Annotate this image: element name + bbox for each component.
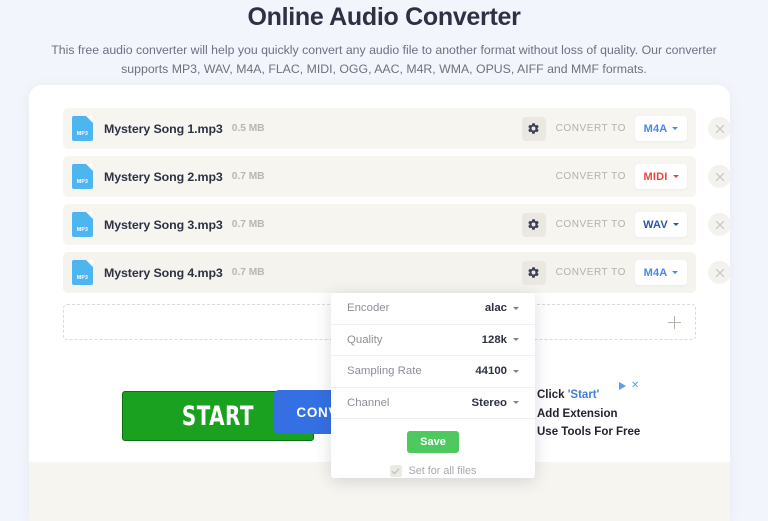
mp3-file-icon-label: MP3: [76, 275, 89, 281]
setting-control[interactable]: alac: [485, 302, 519, 314]
file-row[interactable]: MP3 Mystery Song 1.mp3 0.5 MB CONVERT TO M4A: [63, 108, 730, 149]
file-size: 0.5 MB: [231, 123, 265, 134]
setting-label: Quality: [347, 333, 383, 346]
mp3-file-icon: MP3: [72, 260, 93, 285]
setting-control[interactable]: 44100: [475, 365, 519, 377]
setting-row[interactable]: Quality 128k: [331, 325, 535, 356]
settings-gear-icon[interactable]: [521, 260, 546, 285]
plus-icon: [668, 315, 681, 329]
setting-label: Channel: [347, 396, 390, 409]
ad-text-block[interactable]: ✕ Click 'Start' Add Extension Use Tools …: [537, 381, 712, 442]
page-subtitle: This free audio converter will help you …: [51, 43, 717, 76]
setting-label: Encoder: [347, 302, 390, 315]
format-dropdown[interactable]: M4A: [635, 260, 687, 285]
ad-line-2: Add Extension: [537, 407, 618, 420]
chevron-down-icon: [672, 271, 679, 274]
format-dropdown-label: WAV: [643, 218, 668, 231]
save-button-wrap: Save: [331, 419, 535, 453]
setting-row[interactable]: Sampling Rate 44100: [331, 356, 535, 388]
ad-line-1-accent: 'Start': [567, 389, 600, 401]
format-dropdown[interactable]: MIDI: [635, 164, 687, 189]
mp3-file-icon: MP3: [72, 116, 93, 141]
setting-row[interactable]: Encoder alac: [331, 293, 535, 325]
ad-line-1-prefix: Click: [537, 389, 568, 401]
file-name: Mystery Song 2.mp3: [104, 169, 223, 184]
format-dropdown-label: M4A: [643, 266, 668, 279]
chevron-down-icon: [672, 175, 679, 178]
file-row-controls: CONVERT TO MIDI: [522, 164, 687, 189]
chevron-down-icon: [513, 369, 519, 373]
format-dropdown[interactable]: M4A: [635, 116, 687, 141]
file-row-controls: CONVERT TO WAV: [521, 212, 687, 237]
setting-value: 128k: [481, 333, 507, 346]
chevron-down-icon: [513, 338, 519, 342]
file-size: 0.7 MB: [231, 267, 265, 278]
set-for-all-files-checkbox[interactable]: [389, 465, 402, 477]
settings-gear-icon[interactable]: [521, 212, 546, 237]
remove-file-button[interactable]: [708, 261, 730, 284]
remove-file-button[interactable]: [708, 165, 730, 188]
setting-value: 44100: [475, 365, 507, 378]
remove-file-button[interactable]: [708, 213, 730, 236]
convert-to-label: CONVERT TO: [555, 267, 626, 278]
mp3-file-icon: MP3: [72, 164, 93, 189]
convert-to-label: CONVERT TO: [555, 171, 626, 182]
mp3-file-icon-label: MP3: [76, 179, 89, 185]
setting-label: Sampling Rate: [347, 365, 422, 378]
remove-file-button[interactable]: [708, 117, 730, 140]
chevron-down-icon: [513, 306, 519, 310]
file-row-controls: CONVERT TO M4A: [521, 116, 687, 141]
mp3-file-icon: MP3: [72, 212, 93, 237]
file-row[interactable]: MP3 Mystery Song 3.mp3 0.7 MB CONVERT TO WAV: [63, 204, 730, 245]
setting-row[interactable]: Channel Stereo: [331, 388, 535, 419]
file-name: Mystery Song 4.mp3: [104, 265, 223, 280]
file-size: 0.7 MB: [231, 171, 265, 182]
file-row[interactable]: MP3 Mystery Song 2.mp3 0.7 MB CONVERT TO MID…: [63, 156, 730, 197]
file-row[interactable]: MP3 Mystery Song 4.mp3 0.7 MB CONVERT TO M4A: [63, 252, 730, 293]
setting-value: alac: [484, 302, 507, 315]
ad-line-3: Use Tools For Free: [537, 426, 641, 438]
convert-to-label: CONVERT TO: [555, 219, 626, 230]
setting-value: Stereo: [471, 396, 507, 409]
file-row-controls: CONVERT TO M4A: [521, 260, 687, 285]
convert-to-label: CONVERT TO: [555, 123, 626, 134]
page-root: Online Audio Converter This free audio c…: [0, 0, 768, 521]
set-for-all-files-label: Set for all files: [408, 465, 477, 477]
settings-popup: Encoder alac Quality 128k Sampling Rate 44100…: [331, 293, 535, 478]
settings-gear-icon[interactable]: [521, 116, 546, 141]
format-dropdown[interactable]: WAV: [635, 212, 687, 237]
chevron-down-icon: [672, 223, 679, 226]
ad-start-button-label: START: [181, 400, 255, 432]
file-name: Mystery Song 3.mp3: [104, 217, 223, 232]
setting-control[interactable]: Stereo: [472, 397, 519, 409]
chevron-down-icon: [672, 127, 679, 130]
file-size: 0.7 MB: [231, 219, 265, 230]
page-header: Online Audio Converter This free audio c…: [0, 0, 768, 79]
ad-close-icon[interactable]: ✕: [631, 381, 639, 391]
save-button[interactable]: Save: [407, 431, 459, 453]
chevron-down-icon: [513, 401, 519, 405]
page-title: Online Audio Converter: [247, 3, 521, 31]
format-dropdown-label: MIDI: [643, 170, 668, 183]
settings-rows: Encoder alac Quality 128k Sampling Rate 44100…: [331, 293, 535, 419]
adchoices-icon[interactable]: [619, 382, 626, 390]
file-name: Mystery Song 1.mp3: [104, 121, 223, 136]
mp3-file-icon-label: MP3: [76, 131, 89, 137]
set-for-all-files-row[interactable]: Set for all files: [331, 453, 535, 477]
mp3-file-icon-label: MP3: [76, 227, 89, 233]
setting-control[interactable]: 128k: [482, 334, 519, 346]
format-dropdown-label: M4A: [643, 122, 668, 135]
ad-badges: ✕: [619, 381, 639, 391]
